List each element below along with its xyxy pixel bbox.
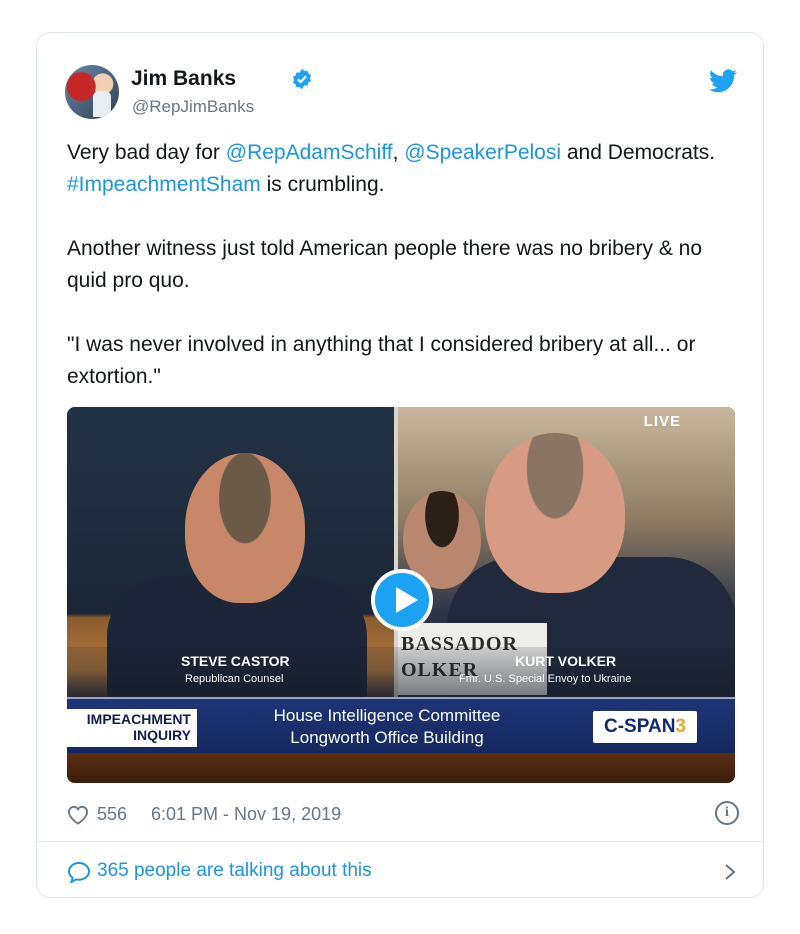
committee-line-1: House Intelligence Committee — [273, 706, 501, 725]
live-badge: LIVE — [643, 413, 681, 430]
committee-line-2: Longworth Office Building — [290, 728, 484, 747]
cspan-number: 3 — [675, 716, 686, 737]
desk-strip — [67, 753, 735, 783]
left-speaker-name: STEVE CASTOR — [181, 653, 290, 669]
author-name[interactable]: Jim Banks — [131, 67, 236, 91]
lower-third — [67, 647, 735, 697]
comment-bubble-icon — [67, 861, 91, 883]
tweet-card: Jim Banks @RepJimBanks Very bad day for … — [36, 32, 764, 898]
impeachment-inquiry-tag: IMPEACHMENT INQUIRY — [67, 709, 197, 747]
cspan-logo: C-SPAN3 — [593, 711, 697, 743]
tweet-paragraph-1: Very bad day for @RepAdamSchiff, @Speake… — [67, 137, 739, 201]
author-handle[interactable]: @RepJimBanks — [132, 97, 254, 117]
tweet-text-segment: and Democrats. — [561, 141, 716, 164]
tweet-timestamp[interactable]: 6:01 PM - Nov 19, 2019 — [151, 804, 341, 825]
like-count[interactable]: 556 — [97, 804, 127, 825]
avatar[interactable] — [65, 65, 119, 119]
cspan-text: C-SPAN — [603, 716, 676, 737]
mention-speakerpelosi[interactable]: @SpeakerPelosi — [404, 141, 561, 164]
tweet-text: Very bad day for @RepAdamSchiff, @Speake… — [67, 137, 739, 425]
twitter-bird-icon[interactable] — [709, 69, 737, 93]
tweet-header: Jim Banks @RepJimBanks — [65, 63, 737, 123]
tweet-meta: 556 6:01 PM - Nov 19, 2019 i — [67, 801, 739, 829]
heart-icon[interactable] — [67, 805, 89, 825]
committee-caption: House Intelligence Committee Longworth O… — [237, 705, 537, 749]
right-speaker-role: Fmr. U.S. Special Envoy to Ukraine — [459, 673, 632, 685]
verified-badge-icon — [292, 68, 312, 90]
info-icon[interactable]: i — [715, 801, 739, 825]
left-speaker-role: Republican Counsel — [185, 673, 284, 685]
chevron-right-icon — [725, 864, 736, 880]
inquiry-line-2: INQUIRY — [133, 727, 191, 743]
chyron-bar: IMPEACHMENT INQUIRY House Intelligence C… — [67, 697, 735, 753]
tweet-text-segment: Very bad day for — [67, 141, 226, 164]
mention-repadamschiff[interactable]: @RepAdamSchiff — [226, 141, 393, 164]
video-player[interactable]: BASSADOR OLKER LIVE STEVE CASTOR Republi… — [67, 407, 735, 783]
right-speaker-name: KURT VOLKER — [515, 653, 617, 669]
conversation-link[interactable]: 365 people are talking about this — [67, 859, 739, 887]
speaker-right-head — [485, 433, 625, 593]
tweet-paragraph-2: Another witness just told American peopl… — [67, 237, 703, 292]
divider — [37, 841, 763, 842]
hashtag-impeachmentsham[interactable]: #ImpeachmentSham — [67, 173, 261, 196]
inquiry-line-1: IMPEACHMENT — [86, 711, 191, 727]
tweet-text-segment: , — [392, 141, 405, 164]
tweet-paragraph-3: "I was never involved in anything that I… — [67, 333, 696, 388]
speaker-left-head — [185, 453, 305, 603]
play-button[interactable] — [371, 569, 433, 631]
tweet-text-segment: is crumbling. — [260, 173, 385, 196]
talking-count: 365 people are talking about this — [97, 860, 372, 881]
